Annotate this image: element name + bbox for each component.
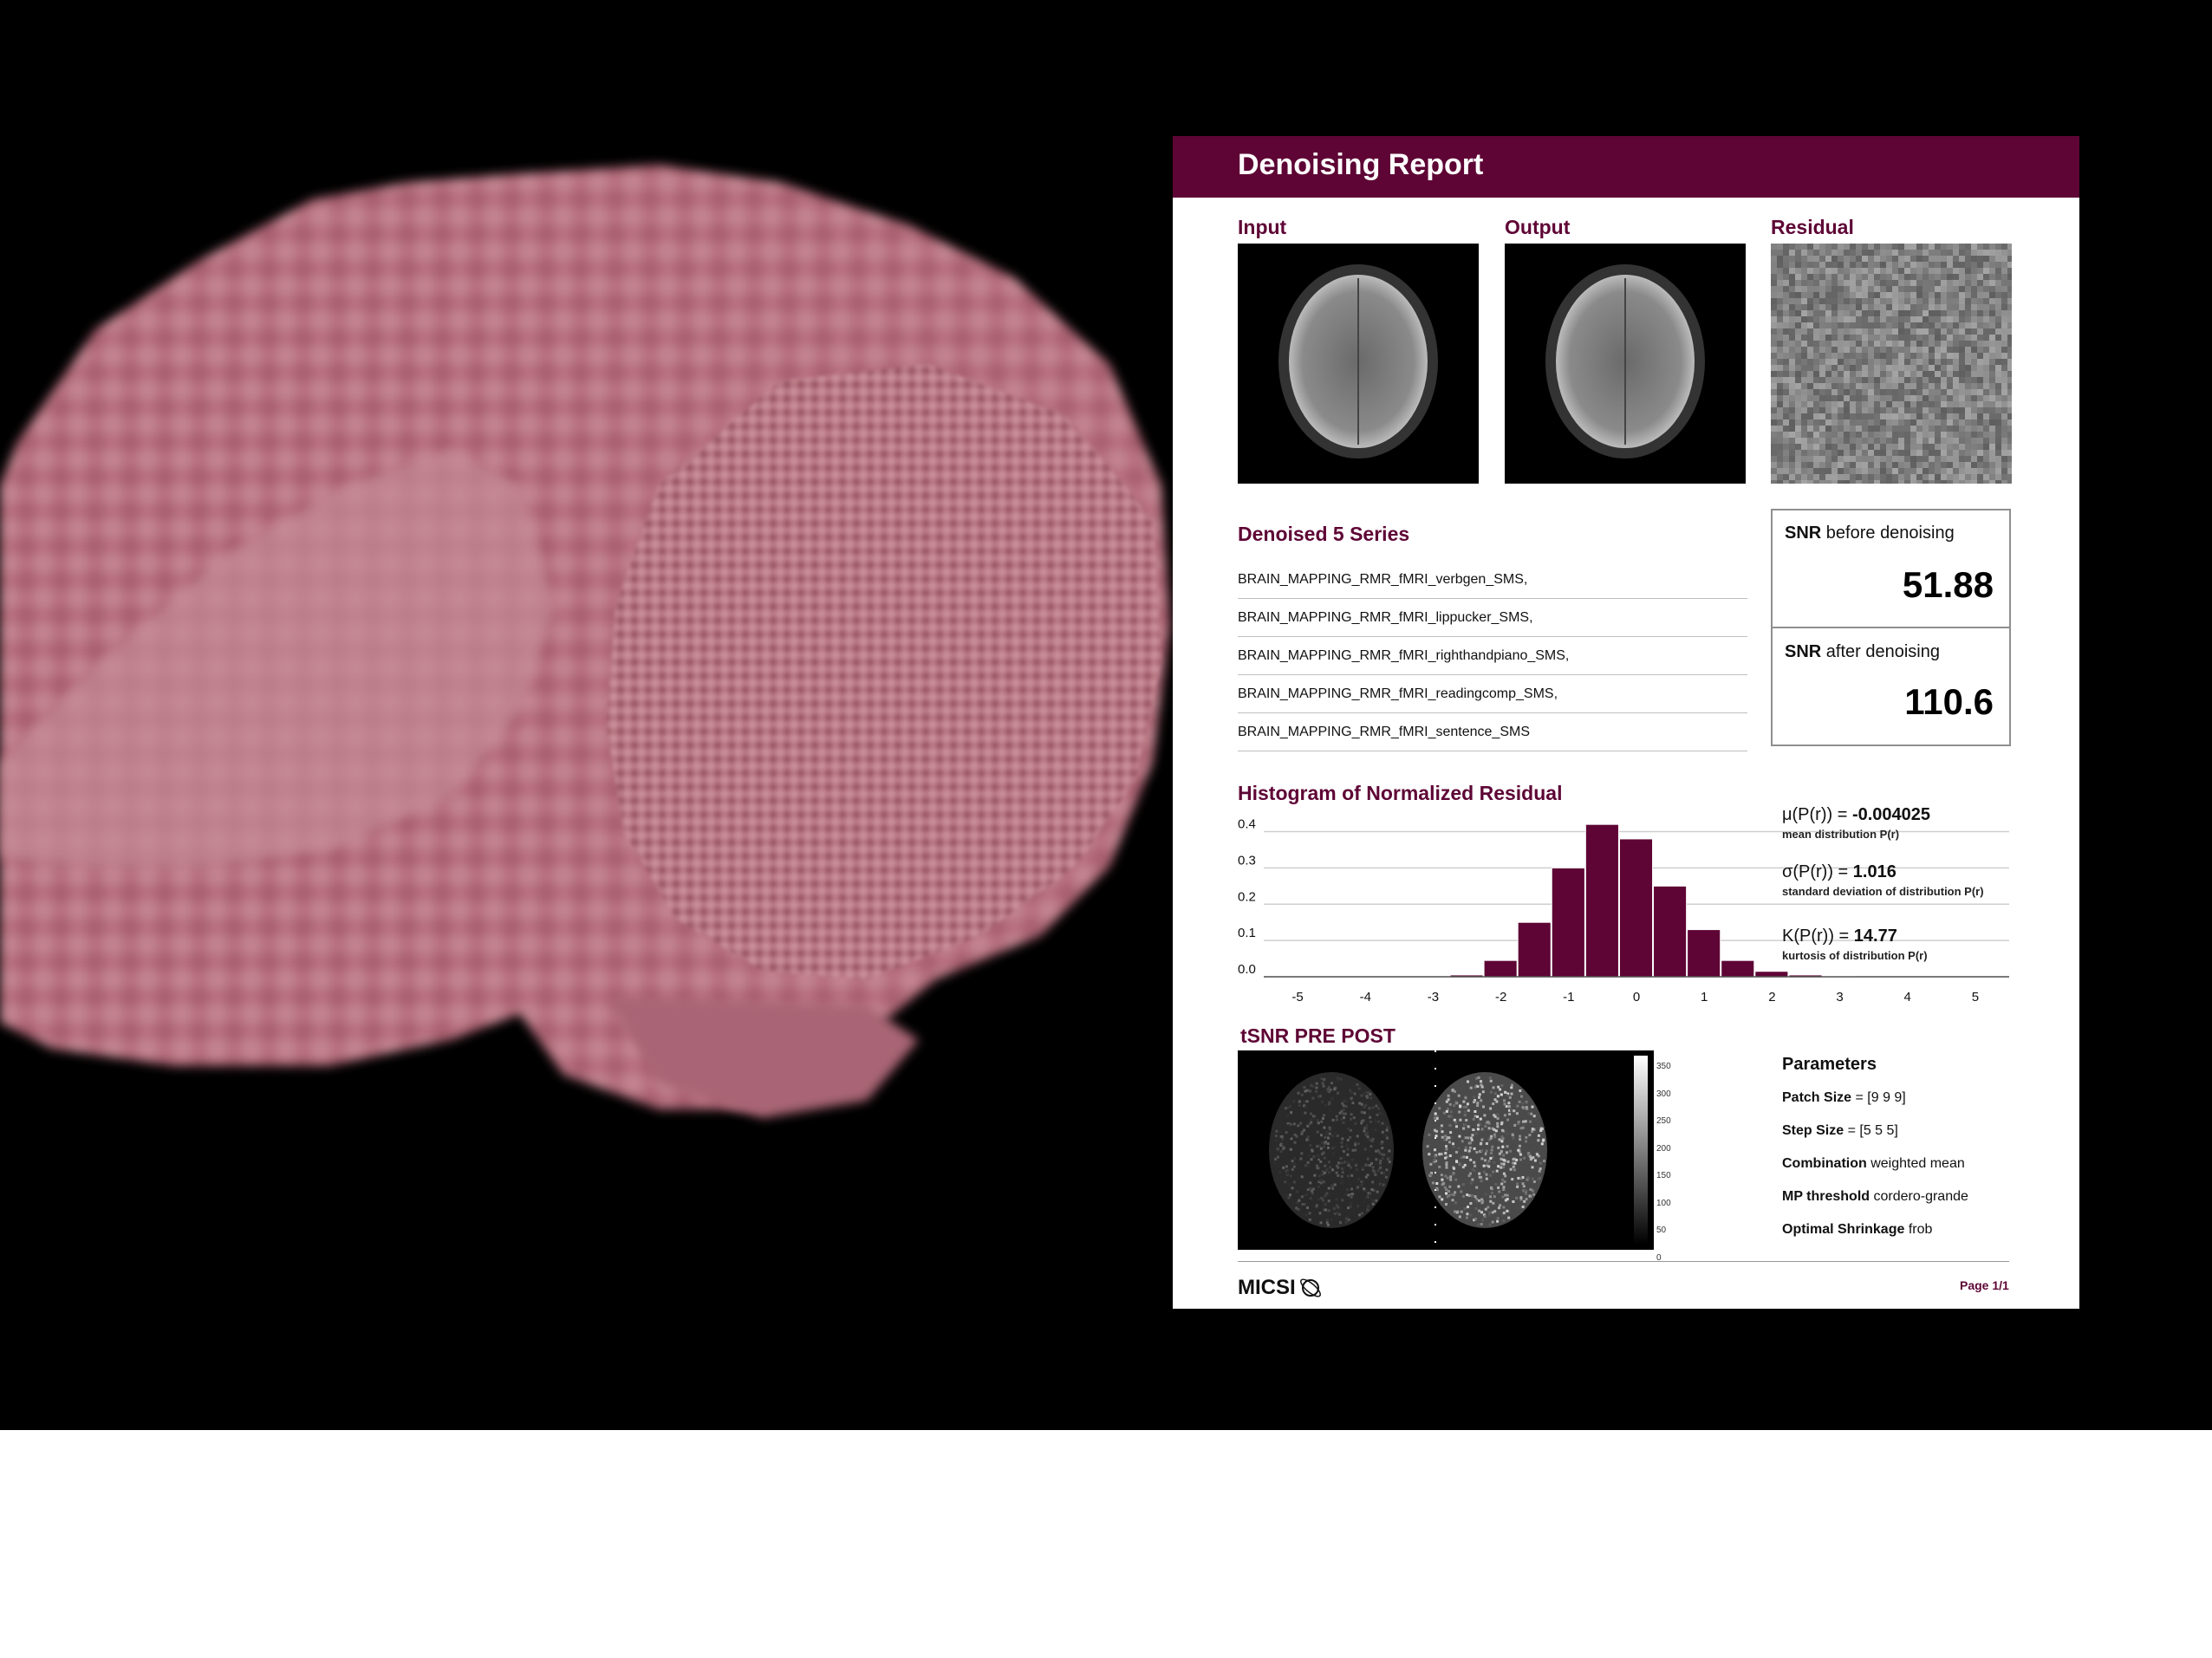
x-tick-label: -3 xyxy=(1428,990,1439,1005)
histogram-bar xyxy=(1483,959,1518,978)
y-tick-label: 0.2 xyxy=(1238,889,1256,904)
histogram-heading: Histogram of Normalized Residual xyxy=(1238,782,1563,804)
series-list: BRAIN_MAPPING_RMR_fMRI_verbgen_SMS, BRAI… xyxy=(1238,561,1747,751)
page-number: Page 1/1 xyxy=(1960,1278,2009,1292)
histogram-bar xyxy=(1584,823,1619,978)
x-tick-label: -1 xyxy=(1563,990,1574,1005)
snr-before-value: 51.88 xyxy=(1902,564,1994,605)
x-tick-label: 0 xyxy=(1633,990,1640,1005)
list-item: BRAIN_MAPPING_RMR_fMRI_readingcomp_SMS, xyxy=(1238,675,1747,713)
histogram-bar xyxy=(1721,959,1755,978)
residual-histogram: 0.0 0.1 0.2 0.3 0.4 -5 -4 -3 -2 -1 0 1 2 3 4 5 xyxy=(1238,817,2009,1005)
x-tick-label: 5 xyxy=(1972,990,1979,1005)
histogram-bar xyxy=(1754,971,1789,978)
micsi-logo: MICSI xyxy=(1238,1275,1324,1301)
x-tick-label: 3 xyxy=(1836,990,1843,1005)
mean-stat: μ(P(r)) = -0.004025 mean distribution P(… xyxy=(1782,805,1931,841)
param-combination: Combination weighted mean xyxy=(1782,1156,1965,1171)
voxel-brain-illustration xyxy=(0,165,1170,1118)
report-header: Denoising Report xyxy=(1173,136,2079,198)
tsnr-heading: tSNR PRE POST xyxy=(1240,1024,1396,1047)
y-tick-label: 0.0 xyxy=(1238,962,1256,977)
x-tick-label: 1 xyxy=(1701,990,1708,1005)
x-tick-label: 2 xyxy=(1768,990,1775,1005)
y-tick-label: 0.3 xyxy=(1238,853,1256,868)
x-tick-label: -5 xyxy=(1291,990,1303,1005)
tsnr-pre-post-image xyxy=(1238,1050,1654,1250)
param-optimal-shrinkage: Optimal Shrinkage frob xyxy=(1782,1222,1933,1237)
histogram-bar xyxy=(1653,885,1688,978)
std-stat: σ(P(r)) = 1.016 standard deviation of di… xyxy=(1782,862,1984,898)
input-label: Input xyxy=(1238,216,1287,238)
y-tick-label: 0.1 xyxy=(1238,926,1256,940)
residual-label: Residual xyxy=(1771,216,1854,238)
orbit-icon xyxy=(1299,1278,1321,1297)
x-tick-label: -2 xyxy=(1495,990,1506,1005)
report-title: Denoising Report xyxy=(1238,148,1484,181)
snr-box: SNR before denoising 51.88 SNR after den… xyxy=(1771,509,2011,746)
param-mp-threshold: MP threshold cordero-grande xyxy=(1782,1189,1968,1204)
divider xyxy=(1773,627,2009,628)
series-heading: Denoised 5 Series xyxy=(1238,523,1410,545)
snr-before-label: SNR before denoising xyxy=(1785,523,1955,543)
footer-divider xyxy=(1238,1261,2009,1262)
histogram-bar xyxy=(1551,867,1585,978)
list-item: BRAIN_MAPPING_RMR_fMRI_sentence_SMS xyxy=(1238,713,1747,751)
background-stage: Denoising Report Input Output Residual D… xyxy=(0,0,2212,1430)
output-brain-image xyxy=(1505,244,1746,484)
colorbar-ticks: 350 300 250 200 150 100 50 0 xyxy=(1656,1062,1671,1263)
list-item: BRAIN_MAPPING_RMR_fMRI_lippucker_SMS, xyxy=(1238,599,1747,637)
kurtosis-stat: K(P(r)) = 14.77 kurtosis of distribution… xyxy=(1782,927,1928,962)
list-item: BRAIN_MAPPING_RMR_fMRI_verbgen_SMS, xyxy=(1238,561,1747,599)
histogram-bar xyxy=(1687,929,1721,978)
denoising-report: Denoising Report Input Output Residual D… xyxy=(1173,136,2079,1309)
histogram-bar xyxy=(1618,838,1654,978)
residual-noise-image xyxy=(1771,244,2012,484)
snr-after-value: 110.6 xyxy=(1904,681,1994,722)
y-tick-label: 0.4 xyxy=(1238,817,1256,832)
output-label: Output xyxy=(1505,216,1571,238)
input-brain-image xyxy=(1238,244,1479,484)
parameters-panel: Parameters Patch Size = [9 9 9] Step Siz… xyxy=(1782,1055,1968,1255)
list-item: BRAIN_MAPPING_RMR_fMRI_righthandpiano_SM… xyxy=(1238,637,1747,675)
histogram-bar xyxy=(1517,921,1552,978)
snr-after-label: SNR after denoising xyxy=(1785,642,1940,661)
x-tick-label: -4 xyxy=(1360,990,1371,1005)
x-tick-label: 4 xyxy=(1904,990,1911,1005)
param-patch-size: Patch Size = [9 9 9] xyxy=(1782,1090,1906,1105)
parameters-heading: Parameters xyxy=(1782,1055,1877,1074)
param-step-size: Step Size = [5 5 5] xyxy=(1782,1123,1898,1138)
